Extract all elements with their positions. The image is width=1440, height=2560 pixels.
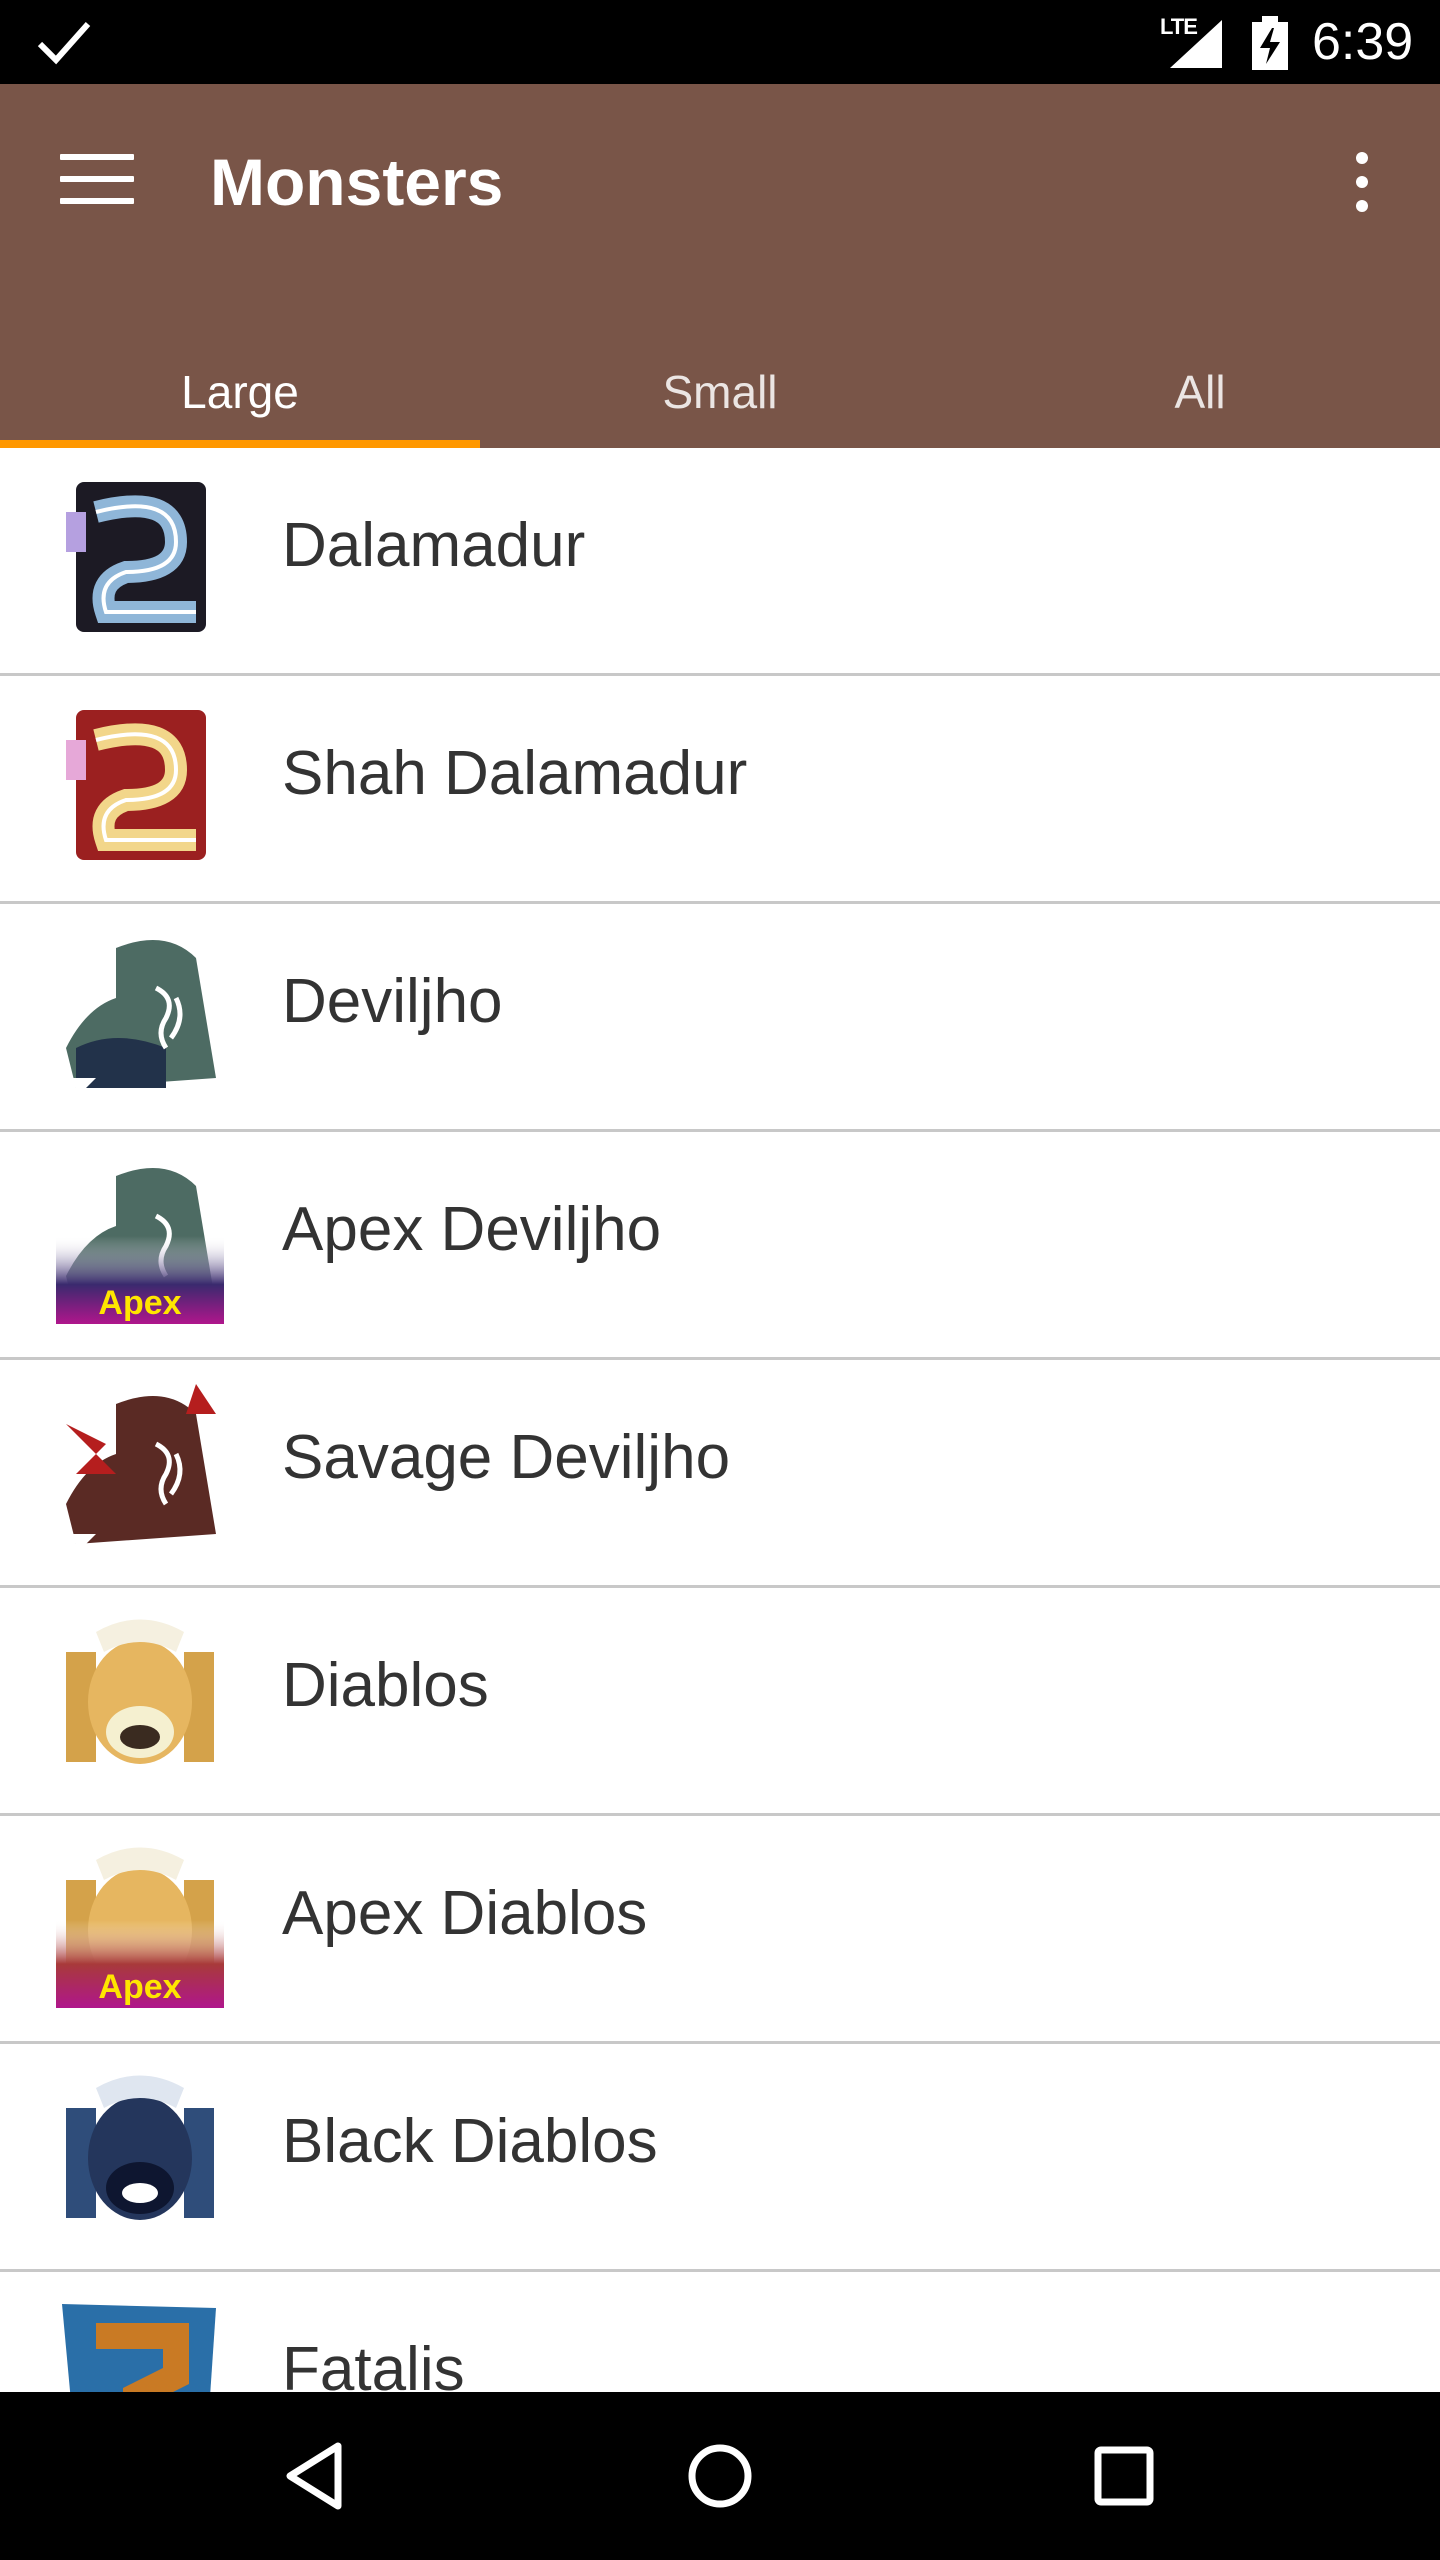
tab-indicator xyxy=(0,440,480,448)
apex-deviljho-icon: Apex xyxy=(56,1168,224,1324)
tab-all[interactable]: All xyxy=(960,362,1440,448)
deviljho-icon xyxy=(66,940,216,1093)
status-time: 6:39 xyxy=(1312,13,1414,71)
apex-diablos-icon: Apex xyxy=(56,1847,224,2008)
savage-deviljho-icon xyxy=(66,1384,216,1549)
tab-label: Small xyxy=(662,366,778,418)
monster-name: Black Diablos xyxy=(282,2107,658,2176)
page-title: Monsters xyxy=(210,145,504,219)
list-item[interactable]: Apex Apex Diablos xyxy=(0,1816,1440,2044)
back-icon[interactable] xyxy=(276,2436,356,2516)
menu-icon[interactable] xyxy=(60,154,134,204)
monster-name: Dalamadur xyxy=(282,511,586,580)
dalamadur-icon xyxy=(66,482,206,632)
status-bar: LTE 6:39 xyxy=(0,0,1440,84)
list-item[interactable]: Fatalis xyxy=(0,2272,1440,2392)
tab-bar: Large Small All xyxy=(0,362,1440,448)
monster-name: Shah Dalamadur xyxy=(282,739,748,808)
monster-name: Deviljho xyxy=(282,967,503,1036)
recents-icon[interactable] xyxy=(1084,2436,1164,2516)
shah-dalamadur-icon xyxy=(66,710,206,860)
tab-label: Large xyxy=(181,366,299,418)
list-item[interactable]: Deviljho xyxy=(0,904,1440,1132)
monster-name: Apex Deviljho xyxy=(282,1195,662,1264)
diablos-icon xyxy=(66,1619,214,1764)
battery-charging-icon xyxy=(1252,16,1288,70)
monster-name: Fatalis xyxy=(282,2335,465,2392)
apex-badge: Apex xyxy=(98,1968,181,2006)
app-bar: Monsters Large Small All xyxy=(0,84,1440,448)
tab-small[interactable]: Small xyxy=(480,362,960,448)
list-item[interactable]: Shah Dalamadur xyxy=(0,676,1440,904)
signal-icon xyxy=(1170,20,1222,68)
monster-name: Savage Deviljho xyxy=(282,1423,731,1492)
fatalis-icon xyxy=(62,2304,216,2392)
apex-badge: Apex xyxy=(98,1284,181,1322)
check-icon xyxy=(37,22,91,65)
black-diablos-icon xyxy=(66,2075,214,2220)
monster-name: Apex Diablos xyxy=(282,1879,648,1948)
list-item[interactable]: Dalamadur xyxy=(0,448,1440,676)
more-vert-icon[interactable] xyxy=(1346,152,1378,216)
monster-list: Dalamadur Shah Dalamadur Deviljho Apex A… xyxy=(0,448,1440,2392)
navigation-bar xyxy=(0,2392,1440,2560)
list-item[interactable]: Apex Apex Deviljho xyxy=(0,1132,1440,1360)
list-item[interactable]: Black Diablos xyxy=(0,2044,1440,2272)
tab-large[interactable]: Large xyxy=(0,362,480,448)
list-item[interactable]: Savage Deviljho xyxy=(0,1360,1440,1588)
monster-name: Diablos xyxy=(282,1651,489,1720)
tab-label: All xyxy=(1174,366,1226,418)
list-item[interactable]: Diablos xyxy=(0,1588,1440,1816)
home-icon[interactable] xyxy=(680,2436,760,2516)
